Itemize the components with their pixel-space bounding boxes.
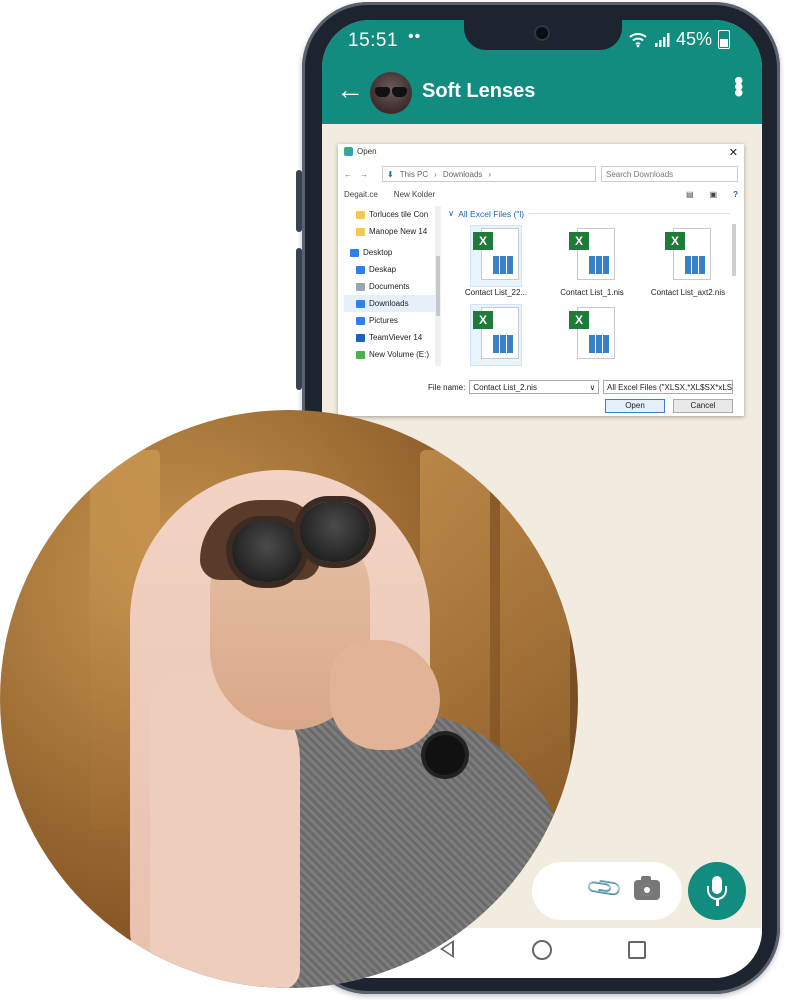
notification-dots: ••: [408, 28, 422, 45]
file-name-row: File name: Contact List_2.nis ∨: [428, 380, 600, 394]
dialog-app-icon: [344, 147, 353, 156]
excel-file-icon: X: [473, 232, 493, 250]
cancel-button[interactable]: Cancel: [673, 399, 733, 413]
dialog-nav-row: ← → ⬇ This PC › Downloads › Search Downl…: [344, 166, 738, 182]
file-list-scrollbar[interactable]: [731, 220, 737, 370]
contact-name[interactable]: Soft Lenses: [422, 80, 535, 103]
new-folder-button[interactable]: New Kolder: [394, 190, 435, 204]
nav-item[interactable]: Desktop: [344, 244, 440, 261]
file-name: Contact List_22...: [464, 288, 528, 297]
drive-icon: [356, 350, 365, 359]
file-item[interactable]: X Contact List_1.nis: [544, 226, 640, 297]
excel-file-icon: X: [569, 311, 589, 329]
dialog-close-icon[interactable]: ✕: [729, 146, 738, 159]
documents-icon: [356, 282, 365, 291]
status-time: 15:51: [348, 30, 399, 51]
camera-icon[interactable]: [634, 876, 660, 900]
download-arrow-icon: ⬇: [387, 169, 394, 179]
nav-item[interactable]: Pictures: [344, 312, 440, 329]
folder-icon: [356, 227, 365, 236]
navigation-scrollbar[interactable]: [435, 206, 441, 366]
preview-pane-icon[interactable]: ▣: [710, 190, 718, 204]
file-item[interactable]: X: [544, 305, 640, 367]
search-placeholder: Search Downloads: [606, 169, 674, 179]
nav-item[interactable]: New Volume (E:): [344, 346, 440, 363]
nav-forward-icon[interactable]: →: [360, 170, 368, 179]
avatar-sunglasses-icon: [392, 87, 407, 97]
breadcrumb-downloads[interactable]: Downloads: [443, 170, 483, 179]
battery-icon: [718, 30, 730, 49]
downloads-icon: [356, 299, 365, 308]
collapse-chevron-icon: ∨: [448, 208, 455, 218]
chevron-down-icon[interactable]: ∨: [590, 383, 599, 392]
file-grid: X Contact List_22... X Contact List_1.ni…: [448, 225, 730, 367]
file-list: ∨ All Excel Files ("l) X Contact List_22…: [448, 208, 730, 370]
teamviewer-icon: [356, 333, 365, 342]
file-item[interactable]: X: [448, 304, 544, 367]
file-name-input[interactable]: Contact List_2.nis ∨: [469, 380, 600, 394]
file-name: Contact List_axt2.nis: [650, 288, 726, 297]
excel-file-icon: X: [665, 232, 685, 250]
view-options-icon[interactable]: ▤: [686, 190, 694, 204]
front-camera: [536, 27, 548, 39]
file-type-select[interactable]: All Excel Files ("XLSX,*XL$SX*xLS): [603, 380, 733, 394]
organize-button[interactable]: Degait.ce: [344, 190, 378, 204]
dialog-titlebar: Open: [344, 147, 377, 156]
nav-item-downloads[interactable]: Downloads: [344, 295, 440, 312]
voice-message-button[interactable]: [688, 862, 746, 920]
nav-item[interactable]: Torluces tile Con: [344, 206, 440, 223]
status-icons: 45%: [628, 29, 730, 50]
file-item[interactable]: X Contact List_axt2.nis: [640, 226, 730, 297]
more-options-icon[interactable]: •••: [724, 76, 754, 94]
breadcrumb-this-pc[interactable]: This PC: [400, 170, 428, 179]
breadcrumb-separator-icon: ›: [434, 169, 437, 179]
wristwatch-icon: [425, 735, 465, 775]
search-downloads-input[interactable]: Search Downloads: [601, 166, 738, 182]
dialog-navigation-pane: Torluces tile Con Manope New 14 Desktop …: [344, 206, 440, 370]
desktop-icon: [350, 248, 359, 257]
nav-item[interactable]: TeamViever 14: [344, 329, 440, 346]
signal-icon: [654, 32, 670, 47]
camera-notch: [464, 20, 622, 50]
nav-item[interactable]: Manope New 14: [344, 223, 440, 240]
pictures-icon: [356, 316, 365, 325]
file-open-dialog: Open ✕ ← → ⬇ This PC › Downloads › Searc…: [338, 144, 744, 416]
breadcrumb-separator-icon: ›: [488, 169, 492, 179]
chat-header: ← Soft Lenses •••: [322, 62, 762, 124]
excel-file-icon: X: [473, 311, 493, 329]
file-item[interactable]: X Contact List_22...: [448, 225, 544, 297]
file-name: Contact List_1.nis: [560, 288, 624, 297]
file-group-header[interactable]: ∨ All Excel Files ("l): [448, 208, 730, 219]
dialog-title: Open: [357, 147, 377, 156]
folder-icon: [356, 210, 365, 219]
excel-file-icon: X: [569, 232, 589, 250]
contact-avatar[interactable]: [370, 72, 412, 114]
nav-back-icon[interactable]: ←: [344, 170, 352, 179]
dialog-toolbar: Degait.ce New Kolder ▤ ▣ ?: [344, 190, 738, 204]
file-name-label: File name:: [428, 382, 466, 392]
woman-portrait-photo: [0, 410, 578, 988]
nav-recents-square-icon[interactable]: [628, 941, 646, 959]
address-bar[interactable]: ⬇ This PC › Downloads ›: [382, 166, 596, 182]
wifi-icon: [629, 32, 647, 47]
power-button[interactable]: [296, 320, 302, 390]
status-bar: 15:51 •• 45%: [322, 20, 762, 62]
nav-item[interactable]: Documents: [344, 278, 440, 295]
volume-up-button[interactable]: [296, 170, 302, 232]
help-icon[interactable]: ?: [733, 190, 738, 204]
desktop-icon: [356, 265, 365, 274]
avatar-sunglasses-icon: [375, 87, 390, 97]
open-button[interactable]: Open: [605, 399, 665, 413]
back-arrow-icon[interactable]: ←: [336, 74, 364, 106]
battery-percentage: 45%: [675, 29, 712, 49]
nav-item[interactable]: Deskap: [344, 261, 440, 278]
